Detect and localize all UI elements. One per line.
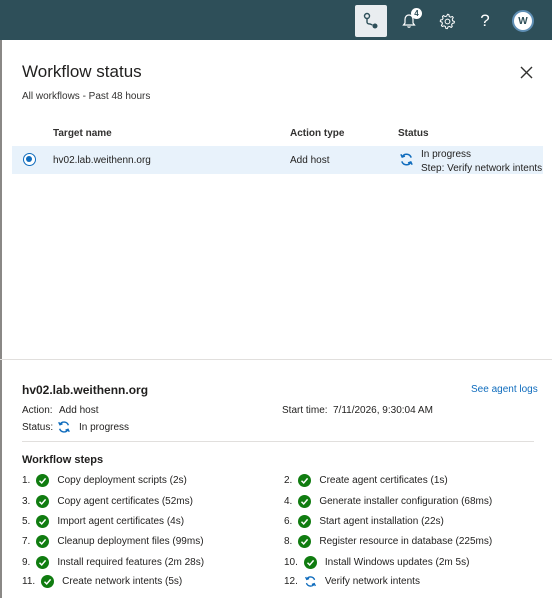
step-number: 1. (22, 475, 31, 486)
check-circle-icon (298, 474, 312, 487)
status-value: In progress (79, 422, 130, 433)
workflow-step: 11. Create network intents (5s) (22, 575, 182, 588)
workflow-step: 2. Create agent certificates (1s) (284, 474, 448, 487)
workflow-step: 10. Install Windows updates (2m 5s) (284, 556, 469, 569)
avatar: W (512, 10, 534, 32)
check-circle-icon (36, 535, 50, 548)
step-label: Create agent certificates (1s) (319, 475, 448, 486)
top-bar: 4 ? W (0, 0, 552, 40)
left-edge-border (0, 40, 2, 598)
step-label: Install Windows updates (2m 5s) (324, 557, 470, 568)
workflow-step: 4. Generate installer configuration (68ms… (284, 495, 492, 508)
step-label: Install required features (2m 28s) (57, 557, 205, 568)
check-circle-icon (298, 495, 312, 508)
start-time-label: Start time: (282, 405, 328, 416)
step-number: 6. (284, 516, 293, 527)
gear-icon (439, 13, 455, 29)
sync-icon (58, 421, 70, 433)
column-header-action[interactable]: Action type (290, 128, 344, 139)
step-label: Create network intents (5s) (62, 576, 183, 587)
workflow-status-button[interactable] (355, 5, 387, 37)
workflow-step: 6. Start agent installation (22s) (284, 515, 444, 528)
check-circle-icon (36, 495, 50, 508)
panel-subtitle: All workflows - Past 48 hours (22, 91, 151, 102)
action-value: Add host (59, 405, 99, 416)
step-number: 4. (284, 496, 293, 507)
workflow-step: 7. Cleanup deployment files (99ms) (22, 535, 204, 548)
step-number: 10. (284, 557, 298, 568)
step-number: 7. (22, 536, 31, 547)
row-radio-button[interactable] (23, 153, 36, 166)
action-label: Action: (22, 405, 53, 416)
check-circle-icon (36, 515, 50, 528)
help-button[interactable]: ? (469, 5, 501, 37)
step-number: 12. (284, 576, 298, 587)
workflow-step: 3. Copy agent certificates (52ms) (22, 495, 193, 508)
sync-icon (304, 576, 316, 587)
detail-divider (22, 441, 534, 442)
row-status: In progress (421, 149, 472, 160)
step-label: Cleanup deployment files (99ms) (57, 536, 204, 547)
table-row[interactable]: hv02.lab.weithenn.org Add host In progre… (12, 146, 543, 174)
check-circle-icon (298, 535, 312, 548)
step-number: 9. (22, 557, 31, 568)
check-circle-icon (303, 556, 317, 569)
workflow-step: 8. Register resource in database (225ms) (284, 535, 492, 548)
check-circle-icon (36, 474, 50, 487)
close-icon (520, 66, 532, 78)
step-label: Import agent certificates (4s) (57, 516, 185, 527)
workflow-step: 9. Install required features (2m 28s) (22, 556, 204, 569)
step-number: 11. (22, 576, 36, 587)
step-label: Start agent installation (22s) (319, 516, 444, 527)
step-label: Register resource in database (225ms) (319, 536, 493, 547)
sync-icon (400, 153, 413, 166)
step-label: Copy deployment scripts (2s) (57, 475, 187, 486)
column-header-status[interactable]: Status (398, 128, 429, 139)
workflow-steps-title: Workflow steps (22, 454, 104, 466)
settings-button[interactable] (431, 5, 463, 37)
detail-host-title: hv02.lab.weithenn.org (22, 383, 149, 397)
step-number: 2. (284, 475, 293, 486)
check-circle-icon (298, 515, 312, 528)
row-target-name: hv02.lab.weithenn.org (53, 155, 151, 166)
row-action-type: Add host (290, 155, 330, 166)
step-number: 3. (22, 496, 31, 507)
help-icon: ? (480, 11, 490, 30)
account-button[interactable]: W (507, 5, 539, 37)
step-label: Copy agent certificates (52ms) (57, 496, 193, 507)
workflow-step: 5. Import agent certificates (4s) (22, 515, 184, 528)
step-number: 8. (284, 536, 293, 547)
status-label: Status: (22, 422, 54, 433)
step-number: 5. (22, 516, 31, 527)
row-status-step: Step: Verify network intents (421, 163, 543, 174)
workflow-step: 12. Verify network intents (284, 575, 420, 588)
workflow-icon (363, 12, 378, 29)
step-label: Verify network intents (324, 576, 420, 587)
section-divider (0, 359, 552, 360)
panel-title: Workflow status (22, 62, 142, 81)
notification-badge: 4 (411, 8, 422, 19)
close-button[interactable] (516, 62, 536, 82)
check-circle-icon (36, 556, 50, 569)
column-header-target[interactable]: Target name (53, 128, 112, 139)
check-circle-icon (41, 575, 55, 588)
see-agent-logs-link[interactable]: See agent logs (471, 384, 538, 395)
notifications-button[interactable]: 4 (393, 5, 425, 37)
step-label: Generate installer configuration (68ms) (319, 496, 493, 507)
workflow-step: 1. Copy deployment scripts (2s) (22, 474, 187, 487)
start-time-value: 7/11/2026, 9:30:04 AM (333, 405, 433, 416)
